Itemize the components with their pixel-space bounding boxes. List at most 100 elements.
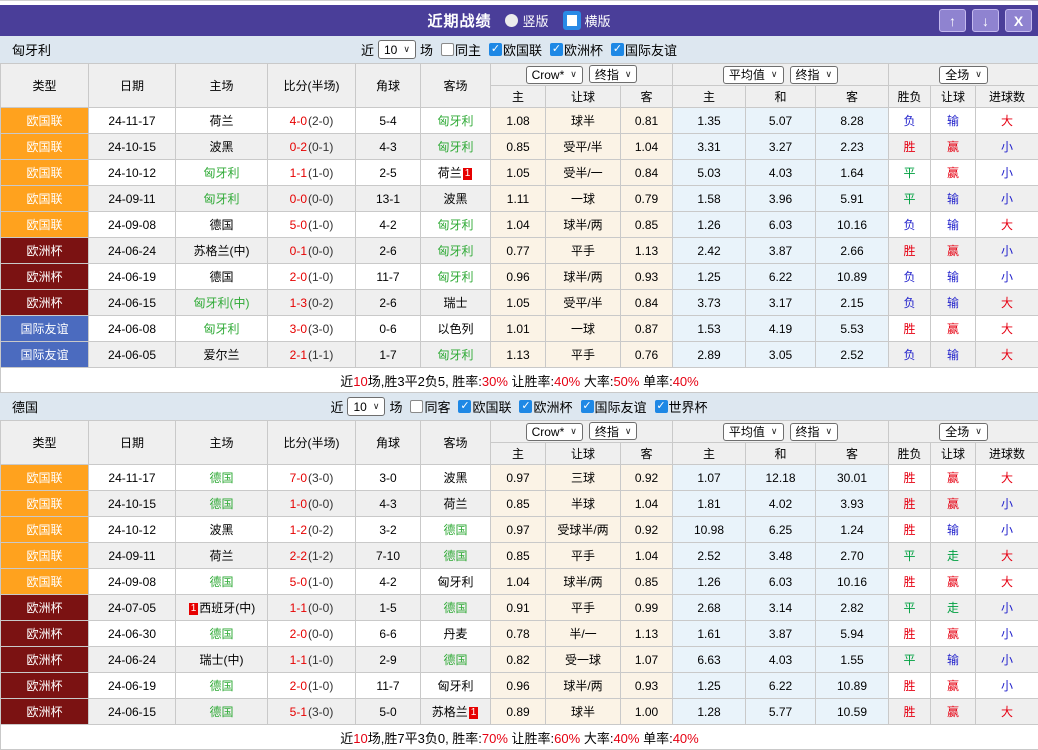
summary-segment: 40% bbox=[673, 731, 699, 746]
handicap-odds: 0.85 bbox=[491, 543, 546, 569]
average-select[interactable]: 平均值∨ bbox=[723, 66, 784, 84]
handicap-odds: 0.82 bbox=[491, 647, 546, 673]
scroll-up-button[interactable]: ↑ bbox=[939, 9, 966, 32]
close-button[interactable]: X bbox=[1005, 9, 1032, 32]
average-odds: 1.07 bbox=[673, 465, 746, 491]
handicap-odds: 一球 bbox=[546, 316, 621, 342]
handicap-odds: 0.76 bbox=[621, 342, 673, 368]
halftime-score: (2-0) bbox=[308, 114, 333, 128]
competition-filter[interactable]: ✓欧洲杯 bbox=[519, 397, 572, 416]
match-date: 24-09-11 bbox=[89, 186, 176, 212]
league-badge: 欧洲杯 bbox=[1, 673, 89, 699]
result-cell: 赢 bbox=[931, 673, 976, 699]
result-cell: 赢 bbox=[931, 491, 976, 517]
view-option-horizontal[interactable]: 横版 bbox=[563, 11, 611, 30]
average-select[interactable]: 平均值∨ bbox=[723, 423, 784, 441]
match-date: 24-06-30 bbox=[89, 621, 176, 647]
match-date: 24-06-15 bbox=[89, 290, 176, 316]
competition-filter[interactable]: ✓国际友谊 bbox=[581, 397, 647, 416]
result-cell: 负 bbox=[889, 108, 931, 134]
games-label: 场 bbox=[420, 40, 433, 59]
result-cell: 大 bbox=[976, 108, 1038, 134]
league-badge: 欧洲杯 bbox=[1, 621, 89, 647]
competition-filter[interactable]: ✓国际友谊 bbox=[611, 40, 677, 59]
competition-label: 世界杯 bbox=[669, 397, 708, 416]
result-cell: 胜 bbox=[889, 699, 931, 725]
result-group: 全场∨ bbox=[889, 64, 1038, 86]
result-cell: 小 bbox=[976, 264, 1038, 290]
column-subheader: 让球 bbox=[546, 86, 621, 108]
away-team: 荷兰1 bbox=[421, 160, 491, 186]
handicap-odds: 0.91 bbox=[491, 595, 546, 621]
scope-select[interactable]: 全场∨ bbox=[939, 423, 988, 441]
scroll-down-button[interactable]: ↓ bbox=[972, 9, 999, 32]
chevron-down-icon: ∨ bbox=[826, 426, 833, 437]
odds-company-select[interactable]: Crow*∨ bbox=[526, 423, 583, 441]
average-stage-select[interactable]: 终指∨ bbox=[790, 66, 839, 84]
view-option-vertical[interactable]: 竖版 bbox=[505, 11, 548, 30]
competition-label: 国际友谊 bbox=[625, 40, 677, 59]
result-cell: 小 bbox=[976, 160, 1038, 186]
result-cell: 胜 bbox=[889, 316, 931, 342]
average-odds: 4.03 bbox=[746, 647, 816, 673]
result-cell: 赢 bbox=[931, 316, 976, 342]
near-label: 近 bbox=[330, 397, 343, 416]
match-date: 24-10-12 bbox=[89, 160, 176, 186]
column-subheader: 让球 bbox=[546, 443, 621, 465]
handicap-odds: 0.96 bbox=[491, 673, 546, 699]
handicap-odds: 球半/两 bbox=[546, 212, 621, 238]
average-odds: 5.03 bbox=[673, 160, 746, 186]
competition-filter[interactable]: ✓世界杯 bbox=[655, 397, 708, 416]
chevron-down-icon: ∨ bbox=[403, 44, 410, 55]
result-cell: 小 bbox=[976, 517, 1038, 543]
corner-score: 4-3 bbox=[356, 134, 421, 160]
handicap-odds: 受平/半 bbox=[546, 134, 621, 160]
halftime-score: (0-0) bbox=[308, 192, 333, 206]
score-cell: 1-1(1-0) bbox=[268, 647, 356, 673]
average-odds: 6.63 bbox=[673, 647, 746, 673]
average-odds: 10.89 bbox=[816, 264, 889, 290]
column-subheader: 让球 bbox=[931, 443, 976, 465]
away-team: 匈牙利 bbox=[421, 673, 491, 699]
league-badge: 欧国联 bbox=[1, 212, 89, 238]
score-cell: 1-1(0-0) bbox=[268, 595, 356, 621]
fulltime-score: 5-0 bbox=[290, 218, 307, 232]
average-odds: 4.19 bbox=[746, 316, 816, 342]
handicap-odds: 球半 bbox=[546, 699, 621, 725]
corner-score: 1-7 bbox=[356, 342, 421, 368]
home-team: 德国 bbox=[176, 465, 268, 491]
competition-filter[interactable]: ✓欧洲杯 bbox=[550, 40, 603, 59]
match-date: 24-06-08 bbox=[89, 316, 176, 342]
summary-segment: 场,胜7平3负0, 胜率: bbox=[368, 731, 482, 746]
average-stage-select[interactable]: 终指∨ bbox=[790, 423, 839, 441]
average-odds: 10.16 bbox=[816, 212, 889, 238]
result-cell: 胜 bbox=[889, 134, 931, 160]
average-odds: 1.25 bbox=[673, 673, 746, 699]
result-cell: 输 bbox=[931, 186, 976, 212]
odds-company-select[interactable]: Crow*∨ bbox=[526, 66, 583, 84]
column-header: 主场 bbox=[176, 64, 268, 108]
competition-filter[interactable]: ✓欧国联 bbox=[489, 40, 542, 59]
competition-label: 国际友谊 bbox=[595, 397, 647, 416]
match-count-select[interactable]: 10∨ bbox=[347, 397, 385, 416]
handicap-odds: 0.84 bbox=[621, 160, 673, 186]
competition-filter[interactable]: ✓欧国联 bbox=[458, 397, 511, 416]
odds-stage-select[interactable]: 终指∨ bbox=[589, 422, 638, 440]
average-odds: 2.52 bbox=[673, 543, 746, 569]
result-cell: 大 bbox=[976, 569, 1038, 595]
checked-checkbox-icon: ✓ bbox=[655, 400, 668, 413]
match-count-select[interactable]: 10∨ bbox=[378, 40, 416, 59]
corner-score: 2-6 bbox=[356, 238, 421, 264]
odds-stage-select[interactable]: 终指∨ bbox=[589, 65, 638, 83]
same-venue-filter[interactable]: 同主 bbox=[441, 40, 481, 59]
corner-score: 11-7 bbox=[356, 673, 421, 699]
corner-score: 0-6 bbox=[356, 316, 421, 342]
column-subheader: 和 bbox=[746, 443, 816, 465]
same-venue-filter[interactable]: 同客 bbox=[410, 397, 450, 416]
handicap-odds: 0.81 bbox=[621, 108, 673, 134]
summary-segment: 10 bbox=[353, 374, 367, 389]
average-odds: 2.23 bbox=[816, 134, 889, 160]
scope-select[interactable]: 全场∨ bbox=[939, 66, 988, 84]
same-venue-label: 同主 bbox=[455, 40, 481, 59]
home-team: 德国 bbox=[176, 673, 268, 699]
